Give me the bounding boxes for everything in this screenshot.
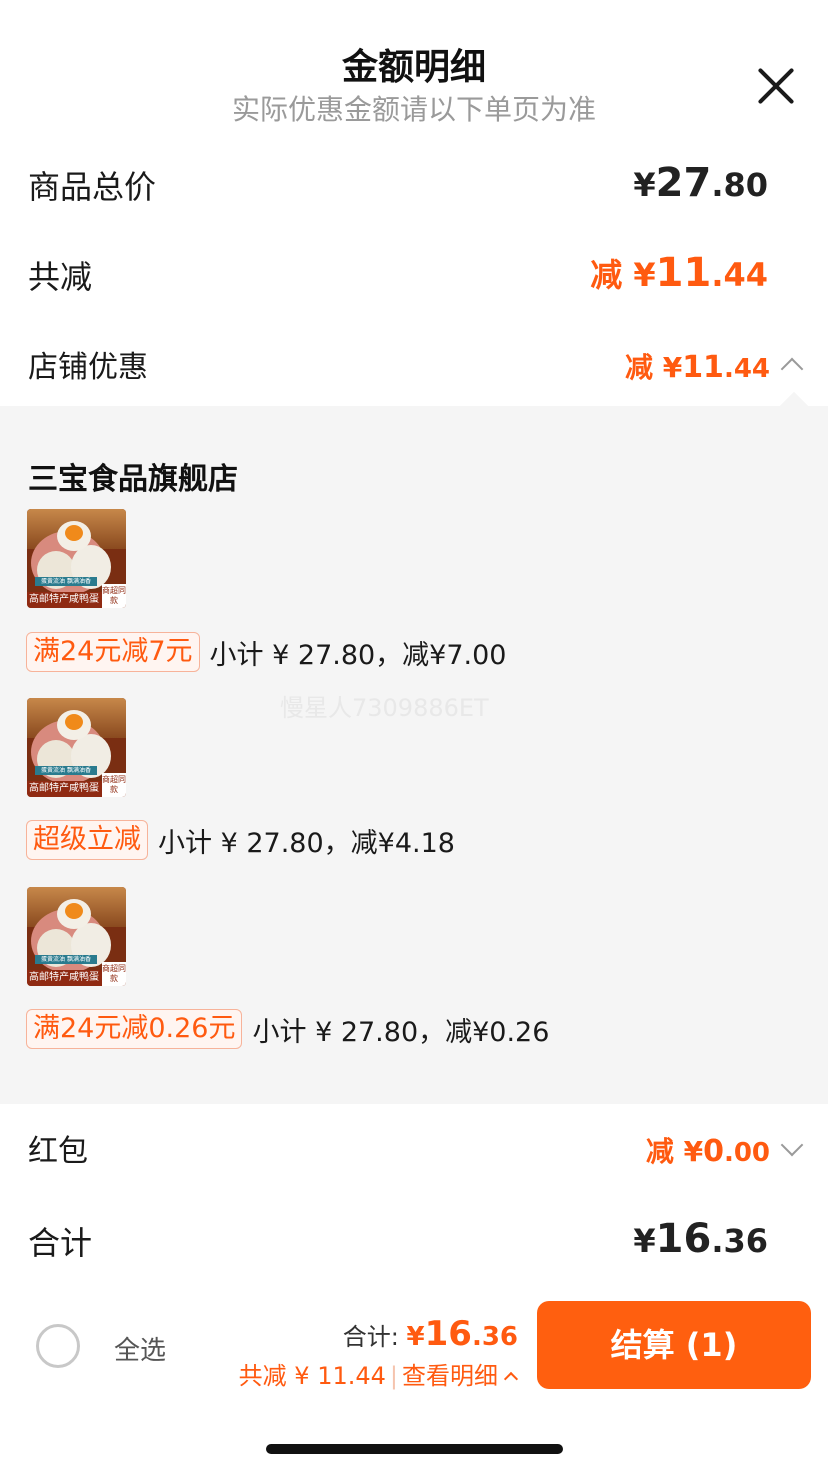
promo-line: 满24元减0.26元 小计 ¥ 27.80，减¥0.26 (26, 1008, 549, 1050)
view-detail-link[interactable]: 查看明细 (402, 1362, 498, 1390)
header: 金额明细 实际优惠金额请以下单页为准 (0, 0, 828, 140)
grand-total-label: 合计 (28, 1224, 93, 1262)
promo-tag: 满24元减7元 (26, 632, 200, 672)
product-thumbnail[interactable]: 蛋黄流油 飘满油香 高邮特产咸鸭蛋 商超同款 (27, 887, 126, 986)
store-name: 三宝食品旗舰店 (28, 462, 238, 497)
bar-saved: 共减 ¥ 11.44 | 查看明细 (238, 1356, 519, 1391)
promo-tag: 满24元减0.26元 (26, 1009, 243, 1049)
chevron-down-icon[interactable] (780, 1133, 804, 1157)
discount-row: 共减 减 ¥11.44 (28, 250, 800, 310)
discount-label: 共减 (28, 258, 93, 296)
promo-subtotal: 小计 ¥ 27.80，减¥7.00 (209, 639, 507, 671)
store-discount-row[interactable]: 店铺优惠 减 ¥11.44 (28, 340, 804, 396)
close-icon[interactable] (754, 64, 798, 108)
product-thumbnail[interactable]: 蛋黄流油 飘满油香 高邮特产咸鸭蛋 商超同款 (27, 509, 126, 608)
product-thumbnail[interactable]: 蛋黄流油 飘满油香 高邮特产咸鸭蛋 商超同款 (27, 698, 126, 797)
grand-total-row: 合计 ¥16.36 (28, 1214, 800, 1274)
bar-total: 合计: ¥16.36 (342, 1314, 518, 1354)
checkout-bar: 全选 合计: ¥16.36 共减 ¥ 11.44 | 查看明细 结算 (1) (0, 1294, 828, 1394)
red-packet-label: 红包 (28, 1134, 88, 1169)
checkbox-circle-icon[interactable] (36, 1324, 80, 1368)
product-badge: 商超同款 (102, 773, 126, 797)
goods-total-label: 商品总价 (28, 168, 157, 206)
home-indicator (266, 1444, 563, 1454)
select-all-label[interactable]: 全选 (114, 1330, 166, 1367)
store-discount-detail-panel: 三宝食品旗舰店 蛋黄流油 飘满油香 高邮特产咸鸭蛋 商超同款 满24元减7元 小… (0, 391, 828, 1104)
discount-value: 减 ¥11.44 (590, 250, 768, 296)
product-badge: 商超同款 (102, 962, 126, 986)
goods-total-value: ¥27.80 (633, 160, 768, 206)
chevron-up-icon[interactable] (780, 357, 804, 381)
store-discount-label: 店铺优惠 (28, 350, 148, 385)
panel-pointer (779, 391, 809, 421)
promo-tag: 超级立减 (26, 820, 148, 860)
red-packet-row[interactable]: 红包 减 ¥0.00 (28, 1126, 804, 1182)
page-title: 金额明细 (341, 47, 486, 88)
promo-line: 超级立减 小计 ¥ 27.80，减¥4.18 (26, 819, 455, 861)
promo-subtotal: 小计 ¥ 27.80，减¥0.26 (252, 1016, 550, 1048)
checkout-button[interactable]: 结算 (1) (537, 1301, 811, 1389)
promo-line: 满24元减7元 小计 ¥ 27.80，减¥7.00 (26, 631, 506, 673)
grand-total-value: ¥16.36 (633, 1216, 768, 1262)
product-badge: 商超同款 (102, 584, 126, 608)
saved-amount: 共减 ¥ 11.44 (238, 1362, 386, 1390)
red-packet-value: 减 ¥0.00 (646, 1130, 804, 1170)
goods-total-row: 商品总价 ¥27.80 (28, 160, 800, 220)
chevron-up-icon[interactable] (503, 1371, 519, 1387)
promo-subtotal: 小计 ¥ 27.80，减¥4.18 (158, 827, 455, 859)
store-discount-value: 减 ¥11.44 (625, 346, 804, 386)
page-subtitle: 实际优惠金额请以下单页为准 (231, 93, 596, 126)
watermark: 慢星人7309886ET (280, 694, 489, 722)
